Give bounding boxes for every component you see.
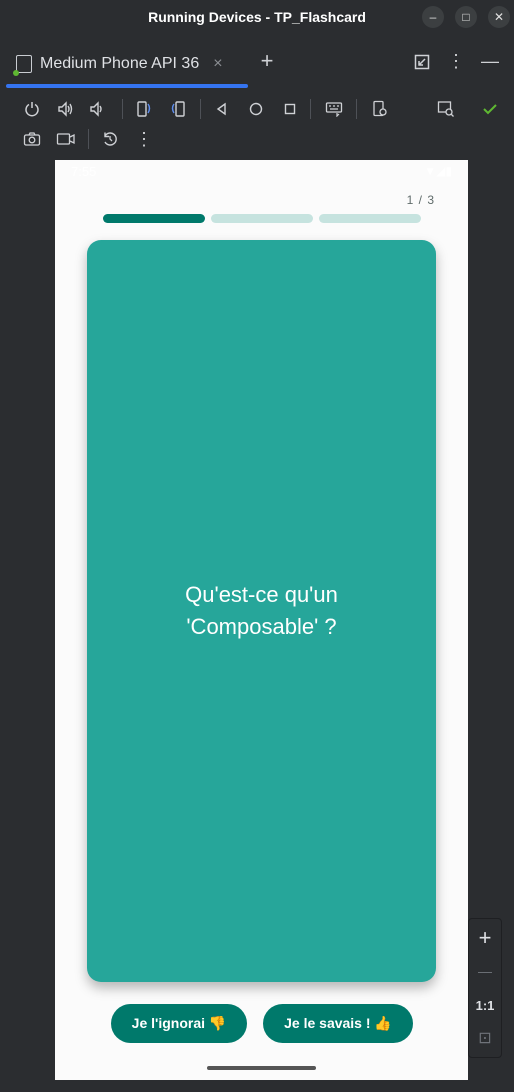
volume-down-icon[interactable] <box>86 97 110 121</box>
zoom-in-icon[interactable]: + <box>469 923 501 953</box>
maximize-icon: □ <box>462 10 470 24</box>
status-time: 7:55 <box>71 164 97 179</box>
volume-up-icon[interactable] <box>54 97 78 121</box>
tab-label: Medium Phone API 36 <box>40 55 200 72</box>
known-button[interactable]: Je le savais ! 👍 <box>263 1004 413 1043</box>
power-icon[interactable] <box>20 97 44 121</box>
zoom-actual-size-button[interactable]: 1:1 <box>469 990 501 1020</box>
title-bar: Running Devices - TP_Flashcard – □ ✕ <box>0 0 514 34</box>
keyboard-icon[interactable] <box>322 97 346 121</box>
status-icons: ▼◢▮ <box>424 164 452 178</box>
device-settings-icon[interactable] <box>368 97 392 121</box>
screen-inspect-icon[interactable] <box>434 97 458 121</box>
flashcard[interactable]: Qu'est-ce qu'un 'Composable' ? <box>87 240 436 982</box>
zoom-out-icon[interactable]: — <box>469 956 501 986</box>
tab-more-icon[interactable]: ⋮ <box>444 49 468 73</box>
reset-icon[interactable] <box>98 127 122 151</box>
overview-icon[interactable] <box>278 97 302 121</box>
phone-device-icon <box>13 55 32 76</box>
status-bar: 7:55 ▼◢▮ <box>55 160 468 186</box>
rotate-right-icon[interactable] <box>166 97 190 121</box>
toolbar-separator <box>356 99 357 119</box>
card-question: Qu'est-ce qu'un 'Composable' ? <box>185 582 338 639</box>
restore-layout-icon[interactable] <box>410 50 434 74</box>
minimize-button[interactable]: – <box>422 6 444 28</box>
minimize-icon: – <box>429 10 437 24</box>
progress-segment <box>211 214 313 223</box>
toolbar-separator <box>200 99 201 119</box>
close-icon: ✕ <box>493 10 505 24</box>
hide-panel-icon[interactable]: — <box>478 49 502 73</box>
tab-bar: Medium Phone API 36 × + ⋮ — <box>0 34 514 89</box>
check-icon[interactable] <box>478 97 502 121</box>
more-icon[interactable]: ⋮ <box>132 127 156 151</box>
tab-medium-phone[interactable]: Medium Phone API 36 × <box>8 44 246 84</box>
toolbar-separator <box>122 99 123 119</box>
device-screen: 7:55 ▼◢▮ 1 / 3 Qu'est-ce qu'un 'Composab… <box>55 160 468 1080</box>
zoom-panel: + — 1:1 ⊡ <box>468 918 502 1058</box>
window-title: Running Devices - TP_Flashcard <box>148 9 366 25</box>
maximize-button[interactable]: □ <box>455 6 477 28</box>
video-icon[interactable] <box>54 127 78 151</box>
add-tab-icon[interactable]: + <box>255 48 279 73</box>
close-button[interactable]: ✕ <box>488 6 510 28</box>
card-counter: 1 / 3 <box>406 193 435 207</box>
progress-segment <box>319 214 421 223</box>
camera-icon[interactable] <box>20 127 44 151</box>
unknown-button[interactable]: Je l'ignorai 👎 <box>111 1004 247 1043</box>
back-icon[interactable] <box>210 97 234 121</box>
toolbar-separator <box>88 129 89 149</box>
device-toolbar: ⋮ <box>0 88 514 160</box>
progress-segment-active <box>103 214 205 223</box>
zoom-fit-icon[interactable]: ⊡ <box>469 1023 501 1053</box>
rotate-left-icon[interactable] <box>132 97 156 121</box>
home-icon[interactable] <box>244 97 268 121</box>
gesture-home-bar[interactable] <box>207 1066 316 1070</box>
tab-close-icon[interactable]: × <box>213 55 222 73</box>
toolbar-separator <box>310 99 311 119</box>
